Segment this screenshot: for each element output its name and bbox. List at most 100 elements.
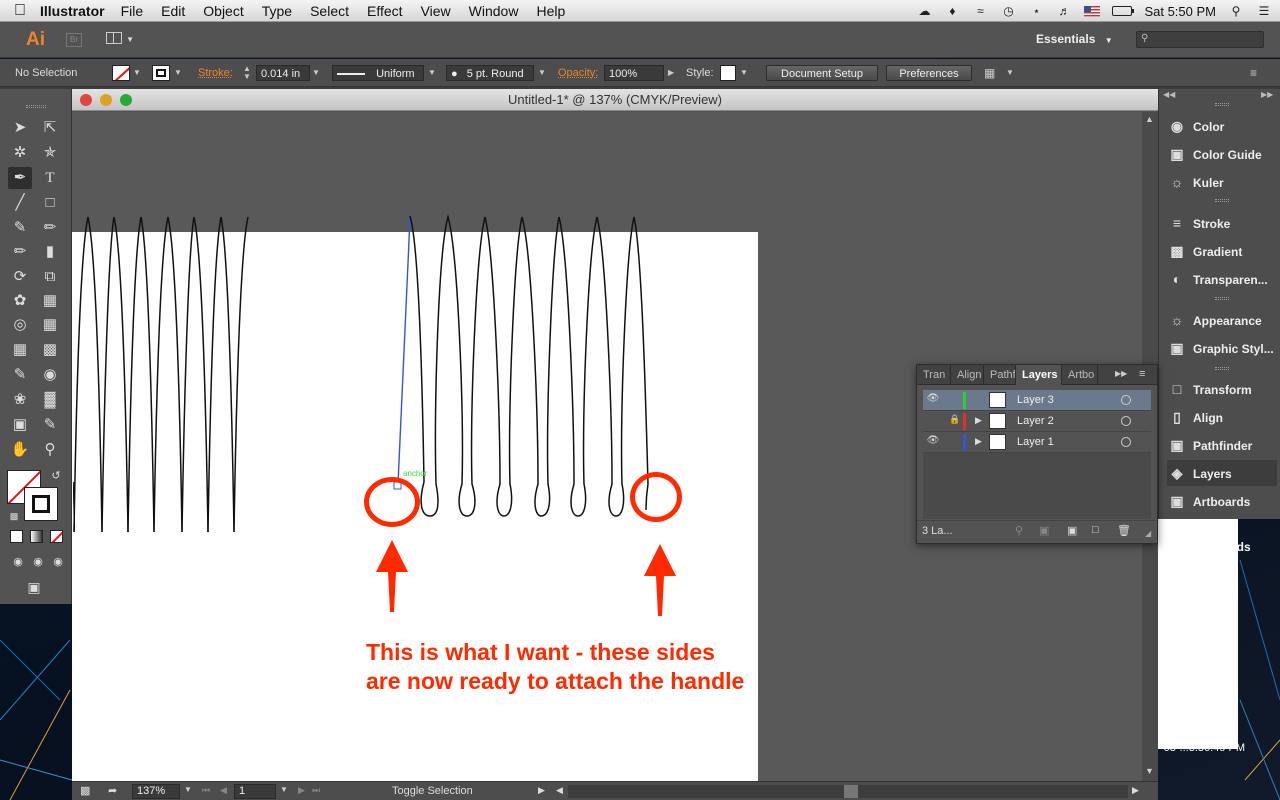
more-tabs-icon[interactable]: ▶▶ — [1115, 369, 1127, 378]
chevron-down-icon[interactable]: ▼ — [312, 65, 320, 81]
tab-pathfinder[interactable]: Pathf — [984, 365, 1016, 385]
gpu-icon[interactable]: ▩ — [80, 784, 90, 797]
layer-row[interactable]: 👁 Layer 3 — [923, 390, 1151, 411]
stroke-swatch[interactable] — [152, 65, 170, 81]
line-tool-icon[interactable]: ╱ — [8, 192, 32, 214]
stroke-weight-field[interactable]: 0.014 in — [256, 65, 310, 81]
tab-align[interactable]: Align — [951, 365, 984, 385]
menu-object[interactable]: Object — [203, 3, 243, 19]
preferences-button[interactable]: Preferences — [886, 65, 972, 81]
screen-mode-icon[interactable]: ▣ — [22, 576, 46, 598]
menu-file[interactable]: File — [121, 3, 144, 19]
dock-grip[interactable] — [1215, 199, 1229, 202]
dock-layers[interactable]: ◈ Layers — [1167, 460, 1277, 486]
fill-swatch[interactable] — [112, 65, 130, 81]
make-clipping-mask-icon[interactable]: ▣ — [1039, 524, 1049, 537]
artboard-tool-icon[interactable]: ▣ — [8, 414, 32, 436]
none-mode-icon[interactable] — [50, 530, 63, 543]
slice-tool-icon[interactable]: ✎ — [38, 414, 62, 436]
first-artboard-icon[interactable]: ⏮ — [202, 785, 210, 796]
draw-inside-icon[interactable]: ◉ — [46, 551, 70, 573]
resize-grip-icon[interactable]: ◢ — [1145, 529, 1151, 538]
variable-width-profile-select[interactable]: Uniform — [332, 65, 424, 81]
mesh-tool-icon[interactable]: ▦ — [8, 339, 32, 361]
layer-row[interactable]: 🔒 ▶ Layer 2 — [923, 411, 1151, 432]
dock-grip[interactable] — [1215, 367, 1229, 370]
background-window[interactable] — [1158, 519, 1238, 749]
blob-brush-tool-icon[interactable]: ✏ — [8, 241, 32, 263]
menu-view[interactable]: View — [421, 3, 451, 19]
dock-graphic-styles[interactable]: ▣ Graphic Styl... — [1167, 335, 1277, 361]
stroke-label[interactable]: Stroke: — [198, 65, 233, 81]
dock-align[interactable]: ▯ Align — [1167, 404, 1277, 430]
opacity-field[interactable]: 100% — [604, 65, 664, 81]
panel-menu-icon[interactable]: ≡ — [1250, 65, 1257, 81]
warp-tool-icon[interactable]: ✿ — [8, 290, 32, 312]
chevron-down-icon[interactable]: ▼ — [1006, 65, 1014, 81]
visibility-eye-icon[interactable]: 👁 — [925, 393, 941, 404]
panel-menu-icon[interactable]: ≡ — [1139, 368, 1145, 380]
artboard-number-field[interactable]: 1 — [234, 784, 276, 799]
perspective-grid-tool-icon[interactable]: ▦ — [38, 314, 62, 336]
direct-selection-tool-icon[interactable]: ⇱ — [38, 117, 62, 139]
scroll-right-icon[interactable]: ▶ — [1132, 785, 1139, 796]
tab-artboards[interactable]: Artbo — [1062, 365, 1098, 385]
dock-gradient[interactable]: ▩ Gradient — [1167, 238, 1277, 264]
tab-layers[interactable]: Layers — [1016, 365, 1062, 385]
battery-icon[interactable] — [1112, 6, 1135, 16]
blend-tool-icon[interactable]: ◉ — [38, 364, 62, 386]
gradient-tool-icon[interactable]: ▩ — [38, 339, 62, 361]
eyedropper-tool-icon[interactable]: ✎ — [8, 364, 32, 386]
dock-stroke[interactable]: ≡ Stroke — [1167, 210, 1277, 236]
expand-triangle-icon[interactable]: ▶ — [975, 415, 982, 426]
scale-tool-icon[interactable]: ⧉ — [38, 266, 62, 288]
scroll-down-icon[interactable]: ▼ — [1145, 766, 1154, 776]
stroke-color-box[interactable] — [24, 487, 58, 521]
type-tool-icon[interactable]: T — [38, 167, 62, 189]
dock-grip[interactable] — [1215, 297, 1229, 300]
close-window-icon[interactable] — [80, 94, 92, 106]
color-mode-icon[interactable] — [10, 530, 23, 543]
app-menu[interactable]: Illustrator — [40, 3, 105, 19]
previous-artboard-icon[interactable]: ◀ — [220, 785, 227, 796]
tab-transform[interactable]: Tran — [917, 365, 951, 385]
graphic-style-swatch[interactable] — [720, 65, 736, 81]
panel-grip[interactable] — [26, 105, 46, 108]
collapse-dock-icon[interactable]: ◀◀ — [1163, 90, 1175, 99]
horizontal-scroll-thumb[interactable] — [844, 785, 858, 798]
scroll-left-icon[interactable]: ◀ — [556, 785, 563, 796]
visibility-eye-icon[interactable]: 👁 — [925, 435, 941, 446]
menu-help[interactable]: Help — [536, 3, 565, 19]
dock-artboards[interactable]: ▣ Artboards — [1167, 488, 1277, 514]
free-transform-tool-icon[interactable]: ▦ — [38, 290, 62, 312]
document-title-bar[interactable]: Untitled-1* @ 137% (CMYK/Preview) — [72, 89, 1158, 111]
create-sublayer-icon[interactable]: ▣ — [1067, 524, 1077, 537]
horizontal-scrollbar[interactable] — [568, 785, 1128, 798]
notification-center-icon[interactable]: ☰ — [1256, 4, 1272, 18]
dock-color-guide[interactable]: ▣ Color Guide — [1167, 141, 1277, 167]
locate-object-icon[interactable]: ⚲ — [1015, 524, 1023, 537]
apple-icon[interactable]:  — [0, 2, 40, 20]
zoom-window-icon[interactable] — [120, 94, 132, 106]
bluetooth-icon[interactable]: ⋆ — [1028, 4, 1044, 18]
share-icon[interactable]: ➦ — [108, 784, 117, 797]
rectangle-tool-icon[interactable]: □ — [38, 192, 62, 214]
bridge-button[interactable]: Br — [66, 33, 82, 47]
stroke-stepper[interactable]: ▲ ▼ — [240, 65, 254, 81]
dock-pathfinder[interactable]: ▣ Pathfinder — [1167, 432, 1277, 458]
zoom-level-field[interactable]: 137% — [132, 784, 180, 799]
scroll-up-icon[interactable]: ▲ — [1145, 114, 1154, 124]
chevron-down-icon[interactable]: ▼ — [133, 65, 141, 81]
brush-definition-select[interactable]: ● 5 pt. Round — [446, 65, 534, 81]
menu-effect[interactable]: Effect — [367, 3, 403, 19]
delete-layer-icon[interactable]: 🗑 — [1117, 524, 1131, 537]
layer-name[interactable]: Layer 2 — [1017, 415, 1054, 427]
dock-transparency[interactable]: ◐ Transparen... — [1167, 266, 1277, 292]
chevron-down-icon[interactable]: ▼ — [740, 65, 748, 81]
eraser-tool-icon[interactable]: ▮ — [38, 241, 62, 263]
layer-name[interactable]: Layer 1 — [1017, 436, 1054, 448]
paintbrush-tool-icon[interactable]: ✎ — [8, 217, 32, 239]
dock-kuler[interactable]: ☼ Kuler — [1167, 169, 1277, 195]
magic-wand-tool-icon[interactable]: ✲ — [8, 142, 32, 164]
dock-color[interactable]: ◉ Color — [1167, 113, 1277, 139]
